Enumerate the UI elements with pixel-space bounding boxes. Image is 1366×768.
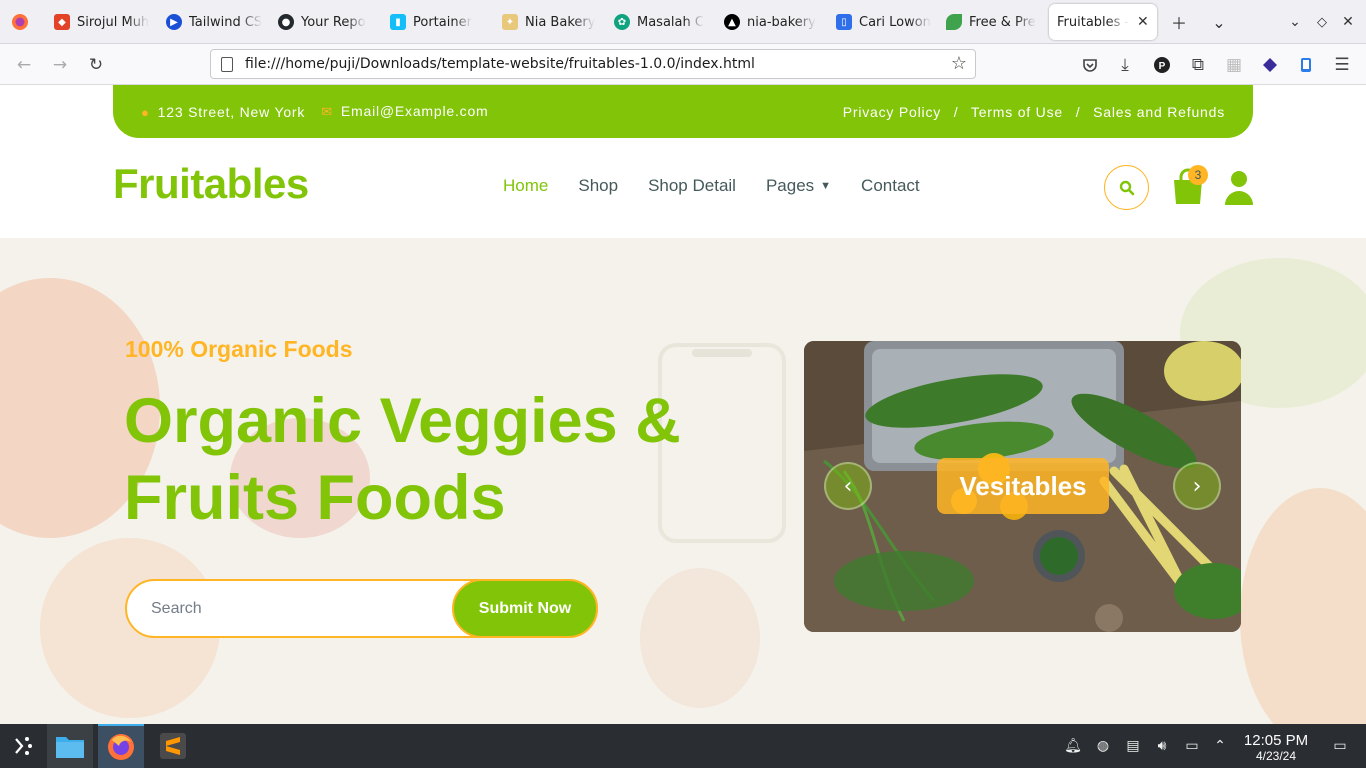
pocket-icon[interactable] [1077, 52, 1103, 78]
url-text: file:///home/puji/Downloads/template-web… [245, 56, 755, 72]
site-topbar: ● 123 Street, New York ✉ Email@Example.com… [113, 85, 1253, 138]
forward-icon[interactable]: → [47, 52, 73, 78]
menu-shop[interactable]: Shop [578, 176, 618, 196]
browser-tab[interactable]: ✿ Masalah C [614, 4, 714, 40]
extension-phone-icon[interactable] [1293, 52, 1319, 78]
update-icon[interactable]: ◍ [1093, 736, 1113, 756]
firefox-taskbar-icon[interactable] [98, 724, 144, 768]
terms-of-use-link[interactable]: Terms of Use [971, 104, 1063, 120]
browser-tab[interactable]: ● Your Repo [278, 4, 378, 40]
carousel-prev-button[interactable]: ‹ [824, 462, 872, 510]
envelope-icon: ✉ [321, 104, 333, 119]
background-hand-image [640, 568, 760, 708]
hero-carousel: ‹ Vesitables › [804, 341, 1241, 632]
user-icon[interactable] [1224, 170, 1254, 206]
hero-headline: Organic Veggies & Fruits Foods [124, 386, 681, 533]
extension-diamond-icon[interactable] [1257, 52, 1283, 78]
background-carrot-image [1240, 488, 1366, 724]
show-desktop-icon[interactable]: ▭ [1330, 736, 1350, 756]
firefox-menu-icon[interactable] [6, 8, 34, 36]
menu-home[interactable]: Home [503, 176, 548, 196]
taskbar: 🔔︎ ◍ ▤ 🔊︎ ▭ ⌃ 12:05 PM 4/23/24 ▭ [0, 724, 1366, 768]
site-logo[interactable]: Fruitables [113, 160, 309, 208]
clock[interactable]: 12:05 PM 4/23/24 [1236, 732, 1316, 763]
submit-now-button[interactable]: Submit Now [452, 579, 598, 638]
browser-tab[interactable]: ▲ nia-bakery [724, 4, 824, 40]
chatgpt-icon: ✿ [614, 14, 630, 30]
downloads-icon[interactable]: ⤓ [1112, 52, 1138, 78]
extension-p-icon[interactable]: P [1149, 52, 1175, 78]
menu-shop-detail[interactable]: Shop Detail [648, 176, 736, 196]
hero-search-input[interactable] [151, 596, 451, 622]
tailwind-icon: ▶ [166, 14, 182, 30]
browser-tab[interactable]: Free & Pre [946, 4, 1046, 40]
vercel-icon: ▲ [724, 14, 740, 30]
back-icon[interactable]: ← [11, 52, 37, 78]
url-bar[interactable]: file:///home/puji/Downloads/template-web… [210, 49, 976, 79]
main-menu: Home Shop Shop Detail Pages ▼ Contact [503, 176, 950, 196]
job-icon: ▯ [836, 14, 852, 30]
new-tab-icon[interactable]: ＋ [1165, 8, 1193, 36]
svg-text:P: P [1159, 61, 1166, 72]
hero-section: 100% Organic Foods Organic Veggies & Fru… [0, 238, 1366, 724]
sales-and-refunds-link[interactable]: Sales and Refunds [1093, 104, 1225, 120]
leaf-icon [946, 14, 962, 30]
close-window-icon[interactable]: ✕ [1334, 8, 1362, 36]
menu-pages[interactable]: Pages ▼ [766, 176, 831, 196]
gitlab-icon: ◆ [54, 14, 70, 30]
bookmark-star-icon[interactable]: ☆ [951, 53, 967, 74]
map-marker-icon: ● [141, 104, 150, 120]
separator: / [1075, 103, 1081, 120]
minimize-icon[interactable]: ⌄ [1281, 8, 1309, 36]
hero-search-form: Submit Now [125, 579, 598, 638]
hero-eyebrow: 100% Organic Foods [125, 336, 353, 362]
browser-tab[interactable]: ◆ Sirojul Muh [54, 4, 154, 40]
clock-time: 12:05 PM [1243, 732, 1309, 749]
file-manager-icon[interactable] [47, 724, 93, 768]
site-header: Fruitables Home Shop Shop Detail Pages ▼ … [0, 138, 1366, 238]
app-menu-icon[interactable]: ☰ [1329, 52, 1355, 78]
web-page: ● 123 Street, New York ✉ Email@Example.com… [0, 85, 1366, 724]
browser-tab[interactable]: ▯ Cari Lowon [836, 4, 936, 40]
sublime-text-icon[interactable] [150, 724, 196, 768]
clipboard-icon[interactable]: ▤ [1123, 736, 1143, 756]
search-icon[interactable] [1104, 165, 1149, 210]
notifications-icon[interactable]: 🔔︎ [1063, 736, 1083, 756]
cart-count-badge: 3 [1188, 165, 1208, 185]
application-launcher-icon[interactable] [0, 724, 46, 768]
close-tab-icon[interactable]: ✕ [1137, 14, 1149, 30]
browser-tab[interactable]: ▮ Portainer [390, 4, 490, 40]
browser-tab[interactable]: ▶ Tailwind CS [166, 4, 266, 40]
separator: / [953, 103, 959, 120]
maximize-icon[interactable]: ◇ [1308, 8, 1336, 36]
chevron-down-icon: ▼ [820, 180, 832, 192]
address: ● 123 Street, New York [141, 103, 306, 120]
menu-contact[interactable]: Contact [861, 176, 920, 196]
carousel-next-button[interactable]: › [1173, 462, 1221, 510]
browser-tab[interactable]: ✦ Nia Bakery [502, 4, 602, 40]
reload-icon[interactable]: ↻ [83, 52, 109, 78]
page-icon [221, 56, 233, 72]
navigation-bar: ← → ↻ file:///home/puji/Downloads/templa… [0, 44, 1366, 85]
tab-strip: ◆ Sirojul Muh ▶ Tailwind CS ● Your Repo ▮ Po… [0, 0, 1366, 44]
email[interactable]: ✉ Email@Example.com [321, 103, 488, 120]
github-icon: ● [278, 14, 294, 30]
slide-caption[interactable]: Vesitables [937, 458, 1109, 514]
privacy-policy-link[interactable]: Privacy Policy [843, 104, 941, 120]
show-hidden-icons[interactable]: ⌃ [1210, 736, 1230, 756]
list-tabs-icon[interactable]: ⌄ [1205, 8, 1233, 36]
clock-date: 4/23/24 [1255, 749, 1297, 763]
extensions-icon[interactable]: ⧉ [1185, 52, 1211, 78]
network-icon[interactable]: ▭ [1182, 736, 1202, 756]
bakery-icon: ✦ [502, 14, 518, 30]
browser-tab-active[interactable]: Fruitables - ✕ [1049, 4, 1157, 40]
portainer-icon: ▮ [390, 14, 406, 30]
volume-icon[interactable]: 🔊︎ [1152, 736, 1172, 756]
extension-grid-icon[interactable]: ▦ [1221, 52, 1247, 78]
